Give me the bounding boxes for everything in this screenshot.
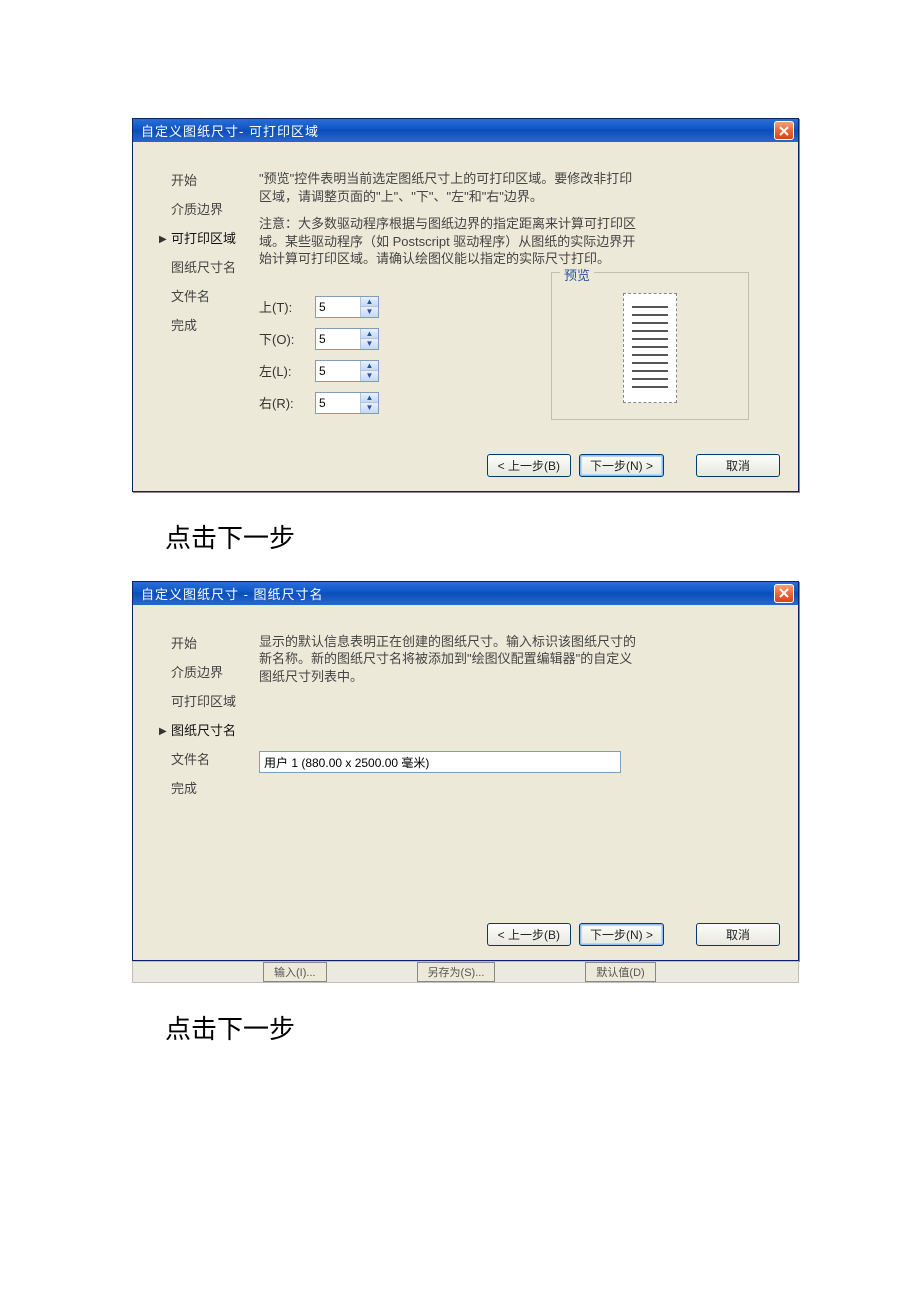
step-finish: 完成 (159, 778, 259, 797)
step-paper-name: 图纸尺寸名 (159, 720, 259, 739)
preview-page-icon (623, 293, 677, 403)
next-button[interactable]: 下一步(N) > (579, 923, 664, 946)
spin-up-icon[interactable]: ▲ (361, 393, 378, 404)
titlebar[interactable]: 自定义图纸尺寸 - 图纸尺寸名 (133, 582, 798, 605)
preview-groupbox: 预览 (551, 272, 749, 420)
spin-down-icon[interactable]: ▼ (361, 339, 378, 349)
back-button[interactable]: < 上一步(B) (487, 923, 571, 946)
spin-down-icon[interactable]: ▼ (361, 307, 378, 317)
ghost-saveas-button: 另存为(S)... (417, 962, 496, 982)
spin-left[interactable]: ▲▼ (315, 360, 379, 382)
step-filename: 文件名 (159, 286, 259, 305)
next-button[interactable]: 下一步(N) > (579, 454, 664, 477)
titlebar[interactable]: 自定义图纸尺寸- 可打印区域 (133, 119, 798, 142)
spin-right[interactable]: ▲▼ (315, 392, 379, 414)
spin-up-icon[interactable]: ▲ (361, 329, 378, 340)
help-text-1: "预览"控件表明当前选定图纸尺寸上的可打印区域。要修改非打印区域，请调整页面的"… (259, 170, 639, 205)
step-start: 开始 (159, 170, 259, 189)
step-media-bounds: 介质边界 (159, 662, 259, 681)
cancel-button[interactable]: 取消 (696, 923, 780, 946)
margin-inputs: 上(T): ▲▼ 下(O): ▲▼ (259, 296, 379, 428)
cancel-button[interactable]: 取消 (696, 454, 780, 477)
step-printable-area: 可打印区域 (159, 691, 259, 710)
spin-bottom[interactable]: ▲▼ (315, 328, 379, 350)
spin-top[interactable]: ▲▼ (315, 296, 379, 318)
help-text-2: 注意：大多数驱动程序根据与图纸边界的指定距离来计算可打印区域。某些驱动程序（如 … (259, 215, 639, 268)
step-media-bounds: 介质边界 (159, 199, 259, 218)
input-bottom[interactable] (316, 329, 360, 349)
background-toolbar: 输入(I)... 另存为(S)... 默认值(D) (132, 961, 799, 983)
spin-up-icon[interactable]: ▲ (361, 361, 378, 372)
spin-up-icon[interactable]: ▲ (361, 297, 378, 308)
input-right[interactable] (316, 393, 360, 413)
paper-size-name-input[interactable] (259, 751, 621, 773)
close-button[interactable] (774, 584, 794, 603)
spin-down-icon[interactable]: ▼ (361, 371, 378, 381)
dialog-paper-size-name: 自定义图纸尺寸 - 图纸尺寸名 开始 介质边界 可打印区域 图纸尺寸名 文件名 … (132, 581, 799, 961)
spin-down-icon[interactable]: ▼ (361, 403, 378, 413)
label-bottom: 下(O): (259, 329, 315, 348)
dialog-title: 自定义图纸尺寸 - 图纸尺寸名 (141, 584, 324, 603)
close-button[interactable] (774, 121, 794, 140)
dialog-buttons: < 上一步(B) 下一步(N) > 取消 (133, 915, 798, 960)
label-left: 左(L): (259, 361, 315, 380)
close-icon (779, 588, 789, 598)
instruction-text-2: 点击下一步 (165, 1009, 920, 1046)
ghost-input-button: 输入(I)... (263, 962, 327, 982)
input-left[interactable] (316, 361, 360, 381)
ghost-default-button: 默认值(D) (585, 962, 655, 982)
step-start: 开始 (159, 633, 259, 652)
step-finish: 完成 (159, 315, 259, 334)
dialog-buttons: < 上一步(B) 下一步(N) > 取消 (133, 446, 798, 491)
wizard-steps: 开始 介质边界 可打印区域 图纸尺寸名 文件名 完成 (159, 633, 259, 897)
instruction-text-1: 点击下一步 (165, 518, 920, 555)
label-right: 右(R): (259, 393, 315, 412)
help-text: 显示的默认信息表明正在创建的图纸尺寸。输入标识该图纸尺寸的新名称。新的图纸尺寸名… (259, 633, 639, 686)
back-button[interactable]: < 上一步(B) (487, 454, 571, 477)
wizard-steps: 开始 介质边界 可打印区域 图纸尺寸名 文件名 完成 (159, 170, 259, 428)
close-icon (779, 126, 789, 136)
input-top[interactable] (316, 297, 360, 317)
dialog-printable-area: 自定义图纸尺寸- 可打印区域 开始 介质边界 可打印区域 图纸尺寸名 文件名 完… (132, 118, 799, 492)
step-paper-name: 图纸尺寸名 (159, 257, 259, 276)
step-filename: 文件名 (159, 749, 259, 768)
label-top: 上(T): (259, 297, 315, 316)
dialog-title: 自定义图纸尺寸- 可打印区域 (141, 121, 319, 140)
step-printable-area: 可打印区域 (159, 228, 259, 247)
preview-label: 预览 (560, 265, 594, 284)
